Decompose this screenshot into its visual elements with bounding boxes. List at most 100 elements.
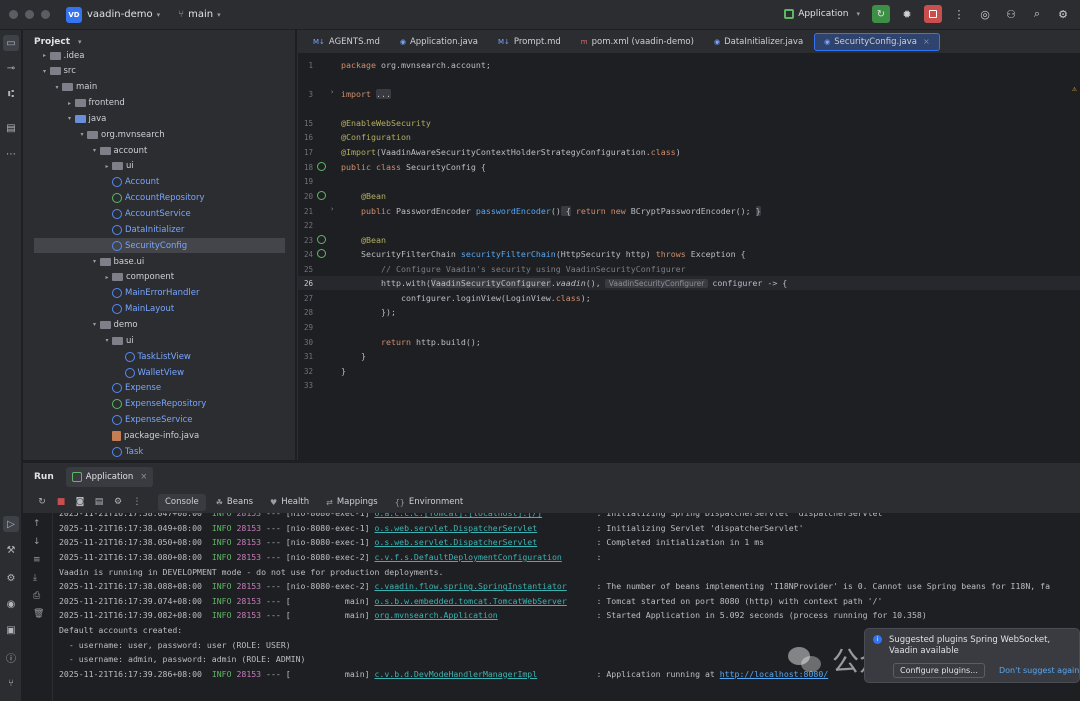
camera-icon[interactable]: ◙: [73, 497, 87, 507]
services-icon[interactable]: ⚙: [3, 570, 19, 586]
debug-icon[interactable]: ✹: [898, 5, 916, 23]
expand-arrow-icon[interactable]: ▸: [65, 100, 75, 107]
tree-node[interactable]: ▾ account: [23, 143, 295, 158]
trash-icon[interactable]: 🗑: [33, 609, 44, 619]
console-tab-console[interactable]: Console: [158, 493, 206, 511]
editor-tab[interactable]: M↓ AGENTS.md: [304, 33, 389, 51]
tree-node[interactable]: TaskListView: [23, 349, 295, 364]
log-logger[interactable]: c.v.b.d.DevModeHandlerManagerImpl: [375, 669, 597, 679]
tree-node[interactable]: ▸ component: [23, 270, 295, 285]
configure-plugins-button[interactable]: Configure plugins...: [893, 663, 985, 678]
project-badge[interactable]: VD: [66, 6, 82, 23]
console-tab-mappings[interactable]: ⇄ Mappings: [319, 494, 385, 511]
fold-arrow-icon[interactable]: ›: [330, 88, 334, 96]
print-icon[interactable]: ⎙: [33, 591, 40, 601]
project-name[interactable]: vaadin-demo: [87, 9, 153, 20]
tree-node[interactable]: ▾ java: [23, 111, 295, 126]
commit-icon[interactable]: ⊸: [3, 60, 19, 76]
dump-threads-icon[interactable]: ▤: [92, 497, 106, 507]
tree-node[interactable]: ▾ org.mvnsearch: [23, 127, 295, 142]
tree-node[interactable]: ▾ src: [23, 64, 295, 79]
expand-arrow-icon[interactable]: ▾: [40, 68, 50, 75]
log-link[interactable]: http://localhost:8080/: [720, 669, 828, 679]
play-circle-icon[interactable]: ◉: [3, 596, 19, 612]
console-tab-health[interactable]: ♥ Health: [263, 494, 316, 511]
expand-arrow-icon[interactable]: ▸: [102, 274, 112, 281]
tree-node[interactable]: Expense: [23, 381, 295, 396]
folded-imports[interactable]: ...: [375, 89, 391, 99]
terminal-icon[interactable]: ▣: [3, 622, 19, 638]
tree-node[interactable]: Account: [23, 175, 295, 190]
run-configuration-selector[interactable]: Application ▾: [784, 9, 860, 19]
editor-tab[interactable]: M↓ Prompt.md: [489, 33, 570, 51]
arrow-down-icon[interactable]: ↓: [33, 537, 41, 547]
expand-arrow-icon[interactable]: ▾: [77, 131, 87, 138]
tree-node[interactable]: DataInitializer: [23, 222, 295, 237]
more-tools-icon[interactable]: ⋯: [3, 146, 19, 162]
close-icon[interactable]: ×: [923, 37, 930, 46]
fold-arrow-icon[interactable]: ›: [330, 205, 334, 213]
soft-wrap-icon[interactable]: ≡: [33, 555, 41, 565]
editor-tab[interactable]: ◉ SecurityConfig.java ×: [814, 32, 940, 51]
editor-tab[interactable]: ◉ DataInitializer.java: [705, 33, 812, 51]
log-logger[interactable]: o.s.web.servlet.DispatcherServlet: [375, 523, 597, 533]
close-icon[interactable]: ×: [140, 472, 147, 482]
console-tab-beans[interactable]: ☘ Beans: [209, 494, 260, 511]
tree-node[interactable]: WalletView: [23, 365, 295, 380]
log-logger[interactable]: o.s.web.servlet.DispatcherServlet: [375, 537, 597, 547]
stop-button[interactable]: [924, 5, 942, 23]
expand-arrow-icon[interactable]: ▾: [102, 337, 112, 344]
expand-arrow-icon[interactable]: ▸: [102, 163, 112, 170]
run-icon[interactable]: ▷: [3, 516, 19, 532]
more-options-icon[interactable]: ⋮: [130, 497, 144, 507]
folder-icon[interactable]: ▭: [3, 35, 19, 51]
tree-node[interactable]: ▸ ui: [23, 159, 295, 174]
tree-node[interactable]: MainErrorHandler: [23, 286, 295, 301]
editor-tab[interactable]: m pom.xml (vaadin-demo): [572, 33, 703, 51]
build-icon[interactable]: ⚒: [3, 542, 19, 558]
git-icon[interactable]: ⑂: [3, 675, 19, 691]
spring-bean-gutter-icon[interactable]: [317, 235, 326, 244]
tree-node[interactable]: AccountRepository: [23, 191, 295, 206]
expand-arrow-icon[interactable]: ▾: [65, 115, 75, 122]
run-tab-application[interactable]: Application ×: [65, 467, 154, 487]
spring-bean-gutter-icon[interactable]: [317, 249, 326, 258]
rerun-icon[interactable]: ↻: [35, 497, 49, 507]
scroll-to-end-icon[interactable]: ⤓: [33, 573, 37, 583]
branch-name[interactable]: main: [188, 9, 213, 20]
spring-bean-gutter-icon[interactable]: [317, 162, 326, 171]
tree-node[interactable]: ExpenseRepository: [23, 397, 295, 412]
tree-node[interactable]: ▾ demo: [23, 317, 295, 332]
log-logger[interactable]: c.v.f.s.DefaultDeploymentConfiguration: [375, 552, 597, 562]
expand-arrow-icon[interactable]: ▾: [90, 321, 100, 328]
more-options-icon[interactable]: ⋮: [950, 5, 968, 23]
log-logger[interactable]: org.mvnsearch.Application: [375, 610, 597, 620]
expand-arrow-icon[interactable]: ▾: [90, 147, 100, 154]
log-logger[interactable]: o.s.b.w.embedded.tomcat.TomcatWebServer: [375, 596, 597, 606]
problems-icon[interactable]: ⓘ: [3, 649, 19, 665]
arrow-up-icon[interactable]: ↑: [33, 519, 41, 529]
structure-icon[interactable]: ▤: [3, 120, 19, 136]
pull-request-icon[interactable]: ⑆: [3, 86, 19, 102]
tree-node[interactable]: package-info.java: [23, 428, 295, 443]
tree-node[interactable]: AccountService: [23, 207, 295, 222]
spring-bean-gutter-icon[interactable]: [317, 191, 326, 200]
expand-arrow-icon[interactable]: ▸: [40, 52, 50, 59]
tree-node[interactable]: ▸ .idea: [23, 48, 295, 63]
tree-node[interactable]: ▸ frontend: [23, 96, 295, 111]
zoom-window-button[interactable]: [41, 10, 50, 19]
editor-tab[interactable]: ◉ Application.java: [391, 33, 487, 51]
console-tab-environment[interactable]: {} Environment: [388, 494, 470, 511]
tree-node[interactable]: SecurityConfig: [34, 238, 285, 254]
tree-node[interactable]: ▾ main: [23, 80, 295, 95]
stop-icon[interactable]: ■: [54, 497, 68, 507]
code-area[interactable]: ⚠ 1 package org.mvnsearch.account; 3 › im…: [298, 54, 1080, 460]
log-logger[interactable]: o.a.c.c.C.[Tomcat].[localhost].[/]: [375, 513, 597, 518]
tree-node[interactable]: MainLayout: [23, 302, 295, 317]
tree-node[interactable]: ExpenseService: [23, 413, 295, 428]
expand-arrow-icon[interactable]: ▾: [90, 258, 100, 265]
tree-node[interactable]: ▾ ui: [23, 333, 295, 348]
minimize-window-button[interactable]: [25, 10, 34, 19]
expand-arrow-icon[interactable]: ▾: [52, 84, 62, 91]
chevron-down-icon[interactable]: ▾: [157, 11, 161, 19]
